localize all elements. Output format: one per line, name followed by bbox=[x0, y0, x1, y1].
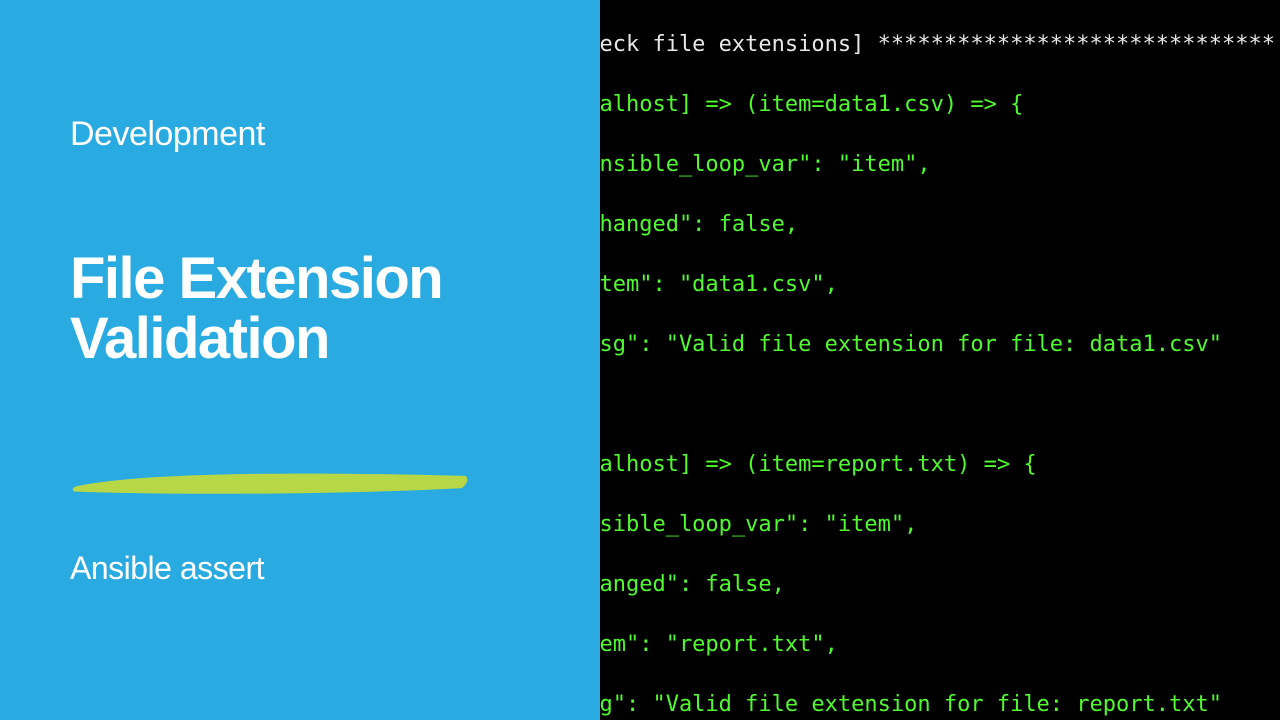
highlight-underline bbox=[70, 469, 470, 495]
category-label: Development bbox=[70, 115, 470, 154]
subtitle: Ansible assert bbox=[70, 550, 470, 587]
title-line-1: File Extension bbox=[70, 249, 470, 309]
page-title: File Extension Validation bbox=[70, 249, 470, 369]
ok-item-1-line: "msg": "Valid file extension for file: d… bbox=[520, 330, 1280, 360]
ok-item-1-line: "changed": false, bbox=[520, 210, 1280, 240]
panel-content: Development File Extension Validation An… bbox=[70, 115, 470, 587]
title-line-2: Validation bbox=[70, 309, 470, 369]
ok-item-1-header: : [localhost] => (item=data1.csv) => { bbox=[520, 90, 1280, 120]
ok-item-2-line: "ansible_loop_var": "item", bbox=[520, 510, 1280, 540]
ok-item-2-line: "item": "report.txt", bbox=[520, 630, 1280, 660]
ok-item-2-line: "msg": "Valid file extension for file: r… bbox=[520, 690, 1280, 720]
ok-item-1-line: "item": "data1.csv", bbox=[520, 270, 1280, 300]
thumbnail-stage: SK [Check file extensions] *************… bbox=[0, 0, 1280, 720]
ok-item-1-line: "ansible_loop_var": "item", bbox=[520, 150, 1280, 180]
ok-item-2-line: "changed": false, bbox=[520, 570, 1280, 600]
task-header: SK [Check file extensions] *************… bbox=[520, 30, 1280, 60]
ok-item-2-header: [localhost] => (item=report.txt) => { bbox=[520, 450, 1280, 480]
